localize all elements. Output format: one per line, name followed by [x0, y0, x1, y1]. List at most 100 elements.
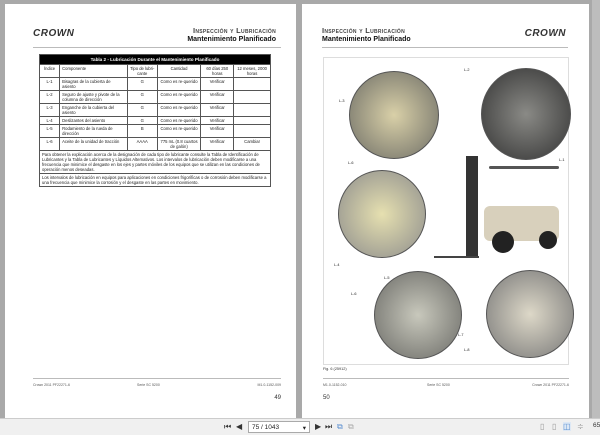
- single-page-icon[interactable]: ▯: [540, 422, 544, 431]
- label-l4: L-4: [334, 263, 340, 267]
- column-header: Índice: [38, 64, 61, 78]
- table-cell: Enganche de la cubierta del asiento: [59, 103, 128, 117]
- table-row: L-3 Enganche de la cubierta del asiento G C…: [38, 103, 271, 117]
- table-cell: Verificar: [200, 137, 235, 151]
- page-number: 49: [274, 395, 281, 401]
- label-l3: L-3: [339, 99, 345, 103]
- label-l8: L-8: [464, 348, 470, 352]
- first-page-icon[interactable]: ⏮: [224, 422, 231, 432]
- page-50: Inspección y Lubricación Mantenimiento P…: [302, 4, 589, 418]
- table-cell: 775 mL (0.8 cuartos de galón): [156, 137, 202, 151]
- table-cell: L-4: [38, 116, 61, 125]
- prev-page-icon[interactable]: ◀: [236, 422, 242, 431]
- table-cell: Verificar: [200, 90, 235, 104]
- copy-icon[interactable]: ⧉: [348, 422, 354, 432]
- page-number-input[interactable]: 75 / 1043 ▾: [248, 421, 310, 433]
- header-rule: [322, 47, 568, 48]
- table-cell: Rodamiento de la rueda de dirección: [59, 124, 128, 138]
- column-header: Componente: [59, 64, 128, 78]
- footer-left: Crown 2011 PF22271-6: [33, 383, 70, 387]
- footer-left: M1.0-1152-010: [323, 383, 347, 387]
- table-cell: L-1: [38, 77, 61, 91]
- table-cell: Verificar: [200, 116, 235, 125]
- rotate-icon[interactable]: ⧉: [337, 422, 343, 432]
- table-cell: Como es re-querido: [156, 116, 202, 125]
- column-header: 12 meses, 2000 horas: [233, 64, 271, 78]
- viewer-toolbar: ⏮ ◀ 75 / 1043 ▾ ▶ ⏭ ⧉ ⧉ ▯ ▯ ◫ ≑ 65: [0, 418, 600, 435]
- table-caption: Tabla 2 - Lubricación Durante el Manteni…: [39, 54, 271, 65]
- table-cell: G: [126, 77, 158, 91]
- detail-circle-steering: [481, 68, 571, 160]
- page-dropdown-icon[interactable]: ▾: [303, 424, 306, 432]
- table-cell: L-6: [38, 137, 61, 151]
- table-cell: G: [126, 103, 158, 117]
- column-header: 60 días 250 horas: [200, 64, 235, 78]
- table-cell: Aceite de la unidad de tracción: [59, 137, 128, 151]
- label-l5: L-5: [384, 276, 390, 280]
- section-title: Inspección y Lubricación: [322, 26, 406, 35]
- table-cell: Cambiar: [233, 137, 271, 151]
- figure-caption: Fig. 6 (25912): [323, 367, 347, 371]
- column-header: Tipo de lubri-cante: [126, 64, 158, 78]
- two-page-icon[interactable]: ◫: [563, 422, 571, 431]
- table-cell: Verificar: [200, 103, 235, 117]
- crown-logo: CROWN: [33, 28, 75, 39]
- table-cell: Como es re-querido: [156, 90, 202, 104]
- page-49: CROWN Inspección y Lubricación Mantenimi…: [5, 4, 296, 418]
- lubrication-table: Tabla 2 - Lubricación Durante el Manteni…: [38, 54, 271, 187]
- footer-rule: [323, 378, 569, 379]
- section-subtitle: Mantenimiento Planificado: [187, 36, 276, 43]
- footer-rule: [33, 378, 281, 379]
- label-l7: L-7: [458, 333, 464, 337]
- detail-circle-mast: [338, 170, 426, 258]
- table-cell: G: [126, 116, 158, 125]
- footer-center: Serie SC 5200: [137, 383, 160, 387]
- next-page-icon[interactable]: ▶: [315, 422, 321, 431]
- continuous-icon[interactable]: ▯: [552, 422, 556, 431]
- last-page-icon[interactable]: ⏭: [325, 422, 332, 432]
- label-l6b: L-6: [351, 292, 357, 296]
- table-row: L-2 Seguro de ajuste y pivote de la colum…: [38, 90, 271, 104]
- table-row: L-6 Aceite de la unidad de tracción AAAA 77…: [38, 137, 271, 151]
- footer-center: Serie SC 5200: [427, 383, 450, 387]
- header-rule: [33, 47, 281, 48]
- scroll-mode-icon[interactable]: ≑: [577, 422, 584, 431]
- table-cell: Seguro de ajuste y pivote de la columna …: [59, 90, 128, 104]
- table-note-1: Para obtener la explicación acerca de la…: [39, 150, 271, 174]
- page-number: 50: [323, 395, 330, 401]
- table-cell: B: [126, 124, 158, 138]
- table-cell: L-2: [38, 90, 61, 104]
- page-field-value: 75 / 1043: [252, 424, 280, 431]
- table-row: L-1 Bisagras de la cubierta de asiento G Co…: [38, 77, 271, 91]
- zoom-level[interactable]: 65: [593, 422, 600, 429]
- footer-right: M1.0-1152-009: [257, 383, 281, 387]
- table-header-row: Índice Componente Tipo de lubri-cante Canti…: [38, 64, 271, 78]
- table-cell: Bisagras de la cubierta de asiento: [59, 77, 128, 91]
- table-cell: G: [126, 90, 158, 104]
- label-l2: L-2: [464, 68, 470, 72]
- table-cell: AAAA: [126, 137, 158, 151]
- table-cell: Como es re-querido: [156, 103, 202, 117]
- table-cell: Como es re-querido: [156, 77, 202, 91]
- section-subtitle: Mantenimiento Planificado: [322, 36, 411, 43]
- table-cell: [233, 90, 271, 104]
- detail-circle-carriage: [374, 271, 462, 359]
- detail-circle-wheel: [486, 270, 574, 358]
- table-cell: [233, 116, 271, 125]
- table-cell: [233, 103, 271, 117]
- table-row: L-5 Rodamiento de la rueda de dirección B C…: [38, 124, 271, 138]
- table-cell: [233, 124, 271, 138]
- table-row: L-4 Deslizantes del asiento G Como es re-qu…: [38, 116, 271, 125]
- vertical-scrollbar[interactable]: [592, 0, 600, 418]
- table-cell: [233, 77, 271, 91]
- section-title: Inspección y Lubricación: [192, 26, 276, 35]
- table-note-2: Los intervalos de lubricación en equipos…: [39, 173, 271, 187]
- table-cell: Verificar: [200, 124, 235, 138]
- forklift-image: [434, 156, 564, 276]
- table-cell: Como es re-querido: [156, 124, 202, 138]
- forklift-lubrication-figure: L-2 L-3 L-1 L-6 L-4 L-5 L-6 L-7 L-8: [323, 57, 574, 365]
- table-cell: L-3: [38, 103, 61, 117]
- footer-right: Crown 2011 PF22271-6: [532, 383, 569, 387]
- table-cell: Verificar: [200, 77, 235, 91]
- detail-circle-seat-latch: [349, 71, 439, 159]
